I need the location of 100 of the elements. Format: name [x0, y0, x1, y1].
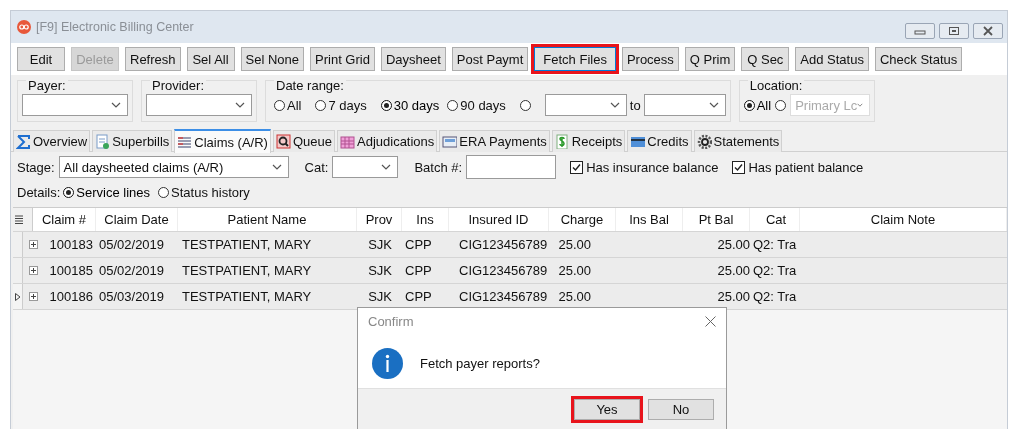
dropdown[interactable]	[544, 94, 627, 116]
toolbar-button[interactable]: Fetch Files	[534, 47, 616, 71]
dropdown[interactable]	[22, 94, 128, 116]
toolbar-button[interactable]: Sel None	[240, 47, 304, 71]
chevron-icon	[271, 164, 282, 170]
row-header[interactable]	[13, 284, 23, 309]
chevron-icon	[609, 102, 620, 108]
maximize-button[interactable]	[939, 23, 969, 39]
group-label: Payer:	[26, 78, 68, 93]
tab[interactable]: Credits	[627, 130, 692, 152]
dialog-button[interactable]: No	[648, 399, 714, 420]
table-cell-text: TESTPATIENT, MARY	[181, 288, 313, 306]
tab[interactable]: Superbills	[92, 130, 173, 152]
radio-button[interactable]: Service lines	[63, 184, 151, 200]
checkbox[interactable]: Has patient balance	[732, 159, 864, 175]
gear-icon	[696, 134, 712, 149]
group-label: Date range:	[274, 78, 346, 93]
toolbar-button[interactable]: Q Prim	[684, 47, 736, 71]
toolbar-button[interactable]: Print Grid	[310, 47, 375, 71]
close-button[interactable]	[973, 23, 1003, 39]
table-cell-text: 25.00	[557, 288, 592, 306]
dropdown[interactable]	[332, 156, 399, 178]
toolbar-button[interactable]: Refresh	[125, 47, 181, 71]
tab[interactable]: Queue	[272, 130, 335, 152]
info-icon	[372, 347, 403, 379]
cat-label: Cat:	[304, 159, 329, 175]
chevron-icon	[857, 102, 864, 108]
column-header[interactable]: Patient Name	[178, 208, 357, 231]
toolbar-button[interactable]: Check Status	[874, 47, 963, 71]
toolbar-button[interactable]: Edit	[17, 47, 65, 71]
table-cell-text: 25.00	[716, 236, 750, 254]
toolbar-button[interactable]: Add Status	[795, 47, 869, 71]
card-icon	[630, 134, 646, 149]
checkbox[interactable]: Has insurance balance	[570, 159, 719, 175]
list-icon	[177, 134, 193, 150]
toolbar-button[interactable]: Post Paymt	[451, 47, 529, 71]
table-cell-text: 25.00	[557, 236, 592, 254]
tab[interactable]: Claims (A/R)	[174, 129, 271, 153]
radio-button[interactable]: All	[743, 97, 772, 113]
close-button[interactable]	[703, 313, 718, 329]
radio-button[interactable]	[519, 99, 531, 111]
column-header[interactable]: Claim #	[33, 208, 96, 231]
table-cell-text: Q2: Tra	[752, 262, 798, 280]
table-cell-text: 100186	[48, 288, 94, 306]
column-chooser-icon	[15, 214, 23, 225]
table-cell-text: CIG123456789	[458, 288, 549, 306]
group-label: Provider:	[150, 78, 207, 93]
close-icon	[705, 315, 716, 327]
table-cell-text: Q2: Tra	[752, 236, 798, 254]
batch-label: Batch #:	[414, 159, 463, 175]
magnifier-icon	[275, 134, 291, 149]
toolbar-button[interactable]: Daysheet	[380, 47, 446, 71]
column-header[interactable]: Pt Bal	[683, 208, 750, 231]
table-cell-text: 100183	[48, 236, 94, 254]
column-header[interactable]: Ins Bal	[616, 208, 683, 231]
table-cell-text: 25.00	[557, 262, 592, 280]
table-cell-text: CPP	[404, 288, 433, 306]
chevron-icon	[381, 164, 392, 170]
column-header[interactable]: Claim Note	[800, 208, 1007, 231]
chevron-icon	[111, 102, 121, 108]
app-logo-icon	[17, 20, 31, 34]
maximize-icon	[948, 26, 960, 36]
dropdown[interactable]	[643, 94, 726, 116]
column-header[interactable]: Charge	[549, 208, 616, 231]
table-cell-text: 05/03/2019	[98, 288, 166, 306]
tab[interactable]: ERA Payments	[439, 130, 550, 152]
radio-button[interactable]: Status history	[158, 184, 250, 200]
tab[interactable]: Overview	[13, 130, 91, 152]
stage-label: Stage:	[17, 159, 55, 175]
window-title: [F9] Electronic Billing Center	[36, 20, 194, 34]
expand-icon	[29, 266, 38, 275]
toolbar-button[interactable]: Process	[621, 47, 679, 71]
table-cell-text: CIG123456789	[458, 236, 549, 254]
radio-button[interactable]	[775, 99, 787, 111]
expand-icon	[29, 292, 38, 301]
dropdown[interactable]	[146, 94, 252, 116]
column-header[interactable]: Prov	[357, 208, 402, 231]
radio-button[interactable]: 30 days	[380, 97, 440, 113]
radio-button[interactable]: 7 days	[315, 97, 367, 113]
column-header[interactable]: Claim Date	[96, 208, 178, 231]
group-label: Location:	[747, 78, 805, 93]
radio-button[interactable]: All	[274, 97, 302, 113]
radio-button[interactable]: 90 days	[447, 97, 506, 113]
tab[interactable]: Adjudications	[337, 130, 438, 152]
toolbar-button[interactable]: Sel All	[186, 47, 235, 71]
toolbar-button[interactable]: Q Sec	[741, 47, 790, 71]
table-cell-text: Q2: Tra	[752, 288, 798, 306]
dropdown[interactable]: All daysheeted claims (A/R)	[58, 156, 289, 178]
row-pointer-icon	[15, 292, 21, 301]
table-cell-text: SJK	[367, 236, 393, 254]
column-header[interactable]: Cat	[750, 208, 800, 231]
tab[interactable]: Statements	[693, 130, 783, 152]
to-label: to	[629, 97, 641, 113]
chevron-icon	[235, 102, 245, 108]
table-cell-text: CIG123456789	[458, 262, 549, 280]
tab[interactable]: Receipts	[551, 130, 626, 152]
column-header[interactable]: Ins	[402, 208, 449, 231]
dialog-button[interactable]: Yes	[574, 399, 640, 420]
batch-input[interactable]	[466, 155, 557, 179]
column-header[interactable]: Insured ID	[449, 208, 549, 231]
